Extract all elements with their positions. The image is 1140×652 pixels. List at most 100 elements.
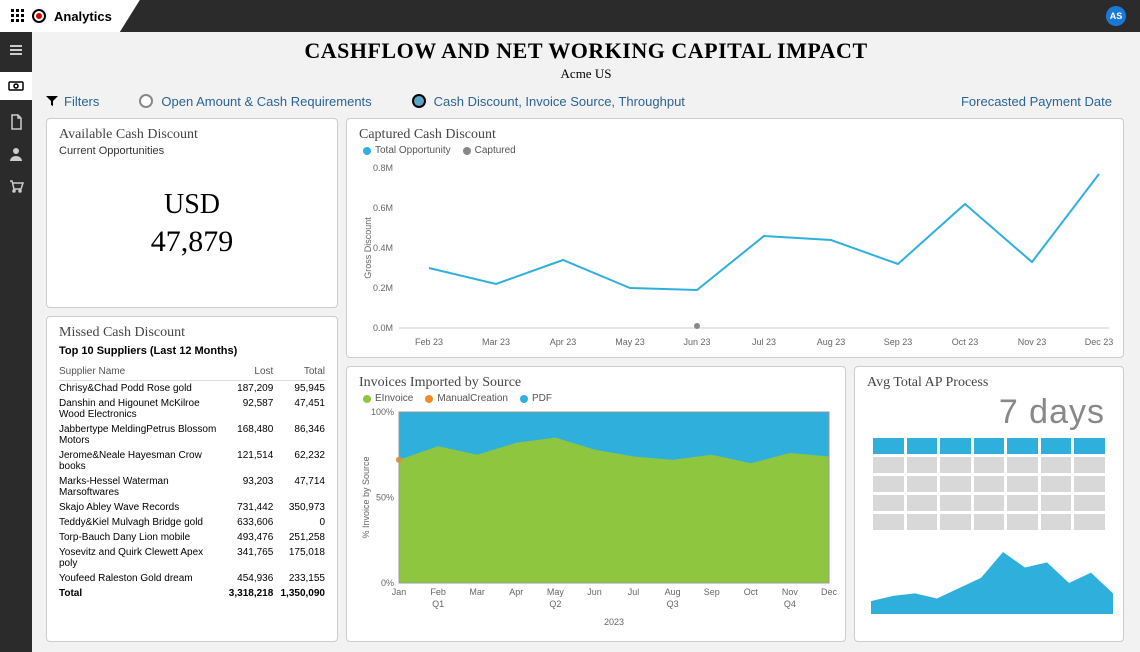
cell-total: 175,018 [273,545,325,571]
svg-text:Dec 23: Dec 23 [1085,337,1114,347]
filters-label: Filters [64,94,99,109]
card-avg-ap-process: Avg Total AP Process 7 days [854,366,1124,642]
ap-sparkline [867,548,1117,618]
cell-supplier: Yosevitz and Quirk Clewett Apex poly [59,545,222,571]
calendar-cell [1074,457,1105,473]
svg-text:Oct 23: Oct 23 [952,337,979,347]
page-subtitle: Acme US [32,66,1140,82]
svg-text:Mar: Mar [469,587,485,597]
main-content: CASHFLOW AND NET WORKING CAPITAL IMPACT … [32,32,1140,652]
cell-total: 95,945 [273,381,325,397]
forecast-link[interactable]: Forecasted Payment Date [961,94,1112,109]
dashboard-grid: Available Cash Discount Current Opportun… [46,118,1128,646]
calendar-cell [940,476,971,492]
apps-grid-icon[interactable] [10,8,26,24]
legend-swatch [425,395,433,403]
calendar-cell [1074,438,1105,454]
legend-label: Captured [475,145,516,156]
tab-label: Open Amount & Cash Requirements [161,94,371,109]
tab-label: Cash Discount, Invoice Source, Throughpu… [434,94,685,109]
cell-supplier: Torp-Bauch Dany Lion mobile [59,530,222,545]
calendar-grid [867,438,1111,530]
cash-icon[interactable] [0,72,32,100]
cell-lost: 493,476 [222,530,274,545]
calendar-cell [907,514,938,530]
cell-total: 233,155 [273,571,325,586]
filter-icon [46,95,58,107]
calendar-cell [873,457,904,473]
table-row-total: Total3,318,2181,350,090 [59,586,325,601]
svg-text:Apr 23: Apr 23 [550,337,577,347]
card-missed-cash-discount: Missed Cash Discount Top 10 Suppliers (L… [46,316,338,642]
radio-dot-icon [139,94,153,108]
cart-icon[interactable] [6,176,26,196]
cell-total: 251,258 [273,530,325,545]
calendar-cell [974,476,1005,492]
calendar-cell [974,438,1005,454]
app-brand: Analytics [0,0,140,32]
calendar-cell [1074,476,1105,492]
legend-swatch [363,147,371,155]
table-row[interactable]: Marks-Hessel Waterman Marsoftwares93,203… [59,474,325,500]
svg-text:% Invoice by Source: % Invoice by Source [361,456,371,538]
svg-text:Q3: Q3 [667,599,679,609]
calendar-cell [907,495,938,511]
svg-text:Q1: Q1 [432,599,444,609]
table-row[interactable]: Jerome&Neale Hayesman Crow books121,5146… [59,448,325,474]
table-row[interactable]: Jabbertype MeldingPetrus Blossom Motors1… [59,422,325,448]
table-row[interactable]: Chrisy&Chad Podd Rose gold187,20995,945 [59,381,325,397]
table-row[interactable]: Skajo Abley Wave Records731,442350,973 [59,500,325,515]
legend-label: ManualCreation [437,393,508,404]
cell-lost: 633,606 [222,515,274,530]
cell-lost: 92,587 [222,396,274,422]
table-row[interactable]: Danshin and Higounet McKilroe Wood Elect… [59,396,325,422]
calendar-cell [940,438,971,454]
calendar-cell [873,476,904,492]
table-row[interactable]: Youfeed Raleston Gold dream454,936233,15… [59,571,325,586]
calendar-cell [1007,438,1038,454]
svg-text:100%: 100% [371,407,394,417]
page-title: CASHFLOW AND NET WORKING CAPITAL IMPACT [32,38,1140,64]
svg-text:Sep 23: Sep 23 [884,337,913,347]
card-available-cash-discount: Available Cash Discount Current Opportun… [46,118,338,308]
svg-text:0.4M: 0.4M [373,243,393,253]
filters-button[interactable]: Filters [46,94,99,109]
table-row[interactable]: Teddy&Kiel Mulvagh Bridge gold633,6060 [59,515,325,530]
cell-lost: 3,318,218 [222,586,274,601]
user-icon[interactable] [6,144,26,164]
calendar-cell [873,495,904,511]
cell-lost: 187,209 [222,381,274,397]
tab-open-amount[interactable]: Open Amount & Cash Requirements [139,94,371,109]
calendar-cell [974,495,1005,511]
cell-lost: 121,514 [222,448,274,474]
calendar-cell [940,514,971,530]
legend-label: Total Opportunity [375,145,451,156]
calendar-cell [1007,514,1038,530]
cell-total: 62,232 [273,448,325,474]
cell-supplier: Danshin and Higounet McKilroe Wood Elect… [59,396,222,422]
cell-total: 47,451 [273,396,325,422]
legend-swatch [520,395,528,403]
captured-chart[interactable]: 0.0M0.2M0.4M0.6M0.8MFeb 23Mar 23Apr 23Ma… [359,158,1119,353]
document-icon[interactable] [6,112,26,132]
chart-legend: Total Opportunity Captured [363,145,1111,156]
col-total: Total [273,363,325,381]
calendar-cell [1007,495,1038,511]
svg-text:Aug: Aug [665,587,681,597]
calendar-cell [1041,438,1072,454]
cell-total: 1,350,090 [273,586,325,601]
invoice-source-chart[interactable]: 0%50%100%JanFebMarAprMayJunJulAugSepOctN… [359,406,839,631]
tab-cash-discount[interactable]: Cash Discount, Invoice Source, Throughpu… [412,94,685,109]
cell-total: 86,346 [273,422,325,448]
table-row[interactable]: Yosevitz and Quirk Clewett Apex poly341,… [59,545,325,571]
svg-text:Feb 23: Feb 23 [415,337,443,347]
table-row[interactable]: Torp-Bauch Dany Lion mobile493,476251,25… [59,530,325,545]
avatar[interactable]: AS [1106,6,1126,26]
svg-text:Jun 23: Jun 23 [683,337,710,347]
kpi-value: 47,879 [59,225,325,259]
card-subtitle: Top 10 Suppliers (Last 12 Months) [59,345,325,357]
cell-lost: 341,765 [222,545,274,571]
card-captured-cash-discount: Captured Cash Discount Total Opportunity… [346,118,1124,358]
menu-icon[interactable] [6,40,26,60]
svg-text:Oct: Oct [744,587,759,597]
